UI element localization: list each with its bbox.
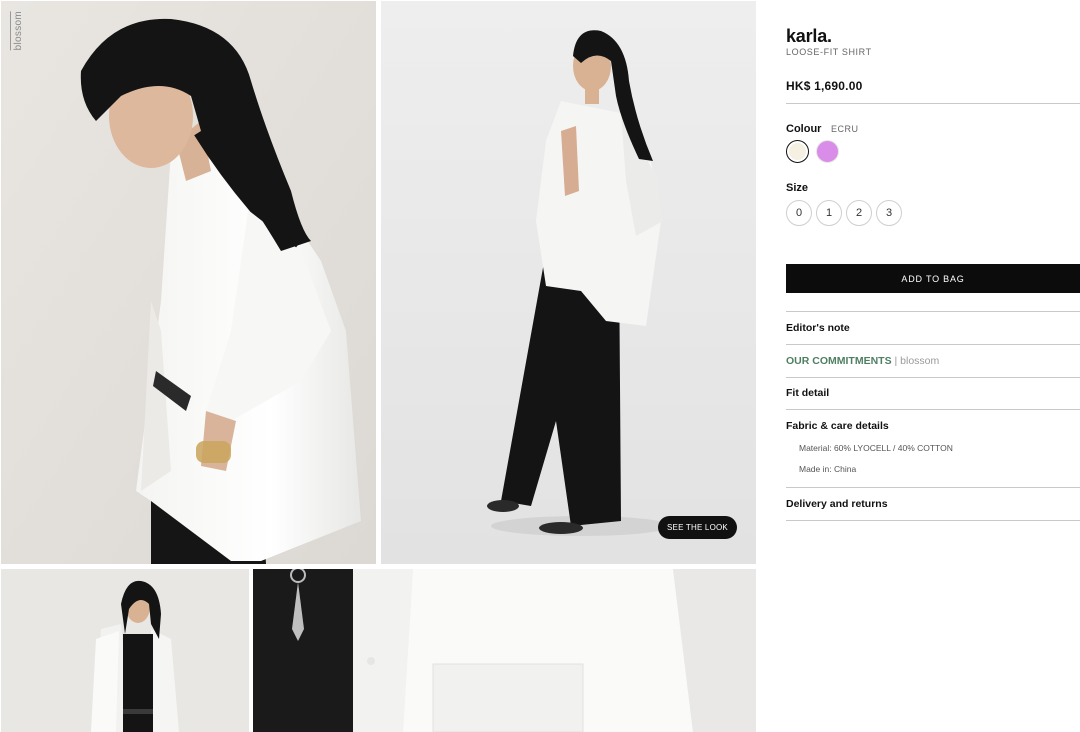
product-photo-front[interactable]	[1, 569, 249, 732]
divider	[786, 409, 1080, 410]
brand-name: karla.	[786, 26, 832, 46]
size-option-2[interactable]: 2	[846, 200, 872, 226]
brand-watermark: blossom	[10, 11, 24, 51]
material-detail: Material: 60% LYOCELL / 40% COTTON	[799, 443, 953, 453]
accordion-delivery-returns[interactable]: Delivery and returns	[786, 498, 888, 510]
accordion-editors-note[interactable]: Editor's note	[786, 322, 850, 334]
colour-swatch-lilac[interactable]	[816, 140, 839, 163]
accordion-fit-detail[interactable]: Fit detail	[786, 387, 829, 399]
commitments-brand: blossom	[900, 355, 940, 367]
accordion-fabric-care[interactable]: Fabric & care details	[786, 420, 889, 432]
ecru-swatch-fill	[789, 143, 806, 160]
product-title: LOOSE-FIT SHIRT	[786, 47, 872, 57]
product-photo-side-profile[interactable]: blossom	[1, 1, 376, 564]
product-price: HK$ 1,690.00	[786, 79, 863, 93]
made-in-detail: Made in: China	[799, 464, 857, 474]
divider	[786, 344, 1080, 345]
product-gallery: blossom SEE THE LOOK	[0, 0, 757, 732]
colour-swatch-ecru[interactable]	[786, 140, 809, 163]
colour-label: Colour	[786, 123, 822, 135]
divider	[786, 103, 1080, 104]
product-photo-detail[interactable]	[253, 569, 756, 732]
size-option-0[interactable]: 0	[786, 200, 812, 226]
see-the-look-button[interactable]: SEE THE LOOK	[658, 516, 737, 539]
commitments-label: OUR COMMITMENTS	[786, 355, 892, 367]
accordion-our-commitments[interactable]: OUR COMMITMENTS | blossom	[786, 355, 939, 367]
product-details-panel: karla. LOOSE-FIT SHIRT HK$ 1,690.00 Colo…	[786, 0, 1080, 732]
selected-colour-name: ECRU	[831, 124, 859, 134]
size-option-3[interactable]: 3	[876, 200, 902, 226]
divider	[786, 487, 1080, 488]
divider	[786, 520, 1080, 521]
divider	[786, 377, 1080, 378]
add-to-bag-button[interactable]: ADD TO BAG	[786, 264, 1080, 293]
divider	[786, 311, 1080, 312]
size-option-1[interactable]: 1	[816, 200, 842, 226]
commitments-separator: |	[894, 355, 898, 367]
size-label: Size	[786, 182, 809, 194]
product-photo-full-length[interactable]	[381, 1, 756, 564]
